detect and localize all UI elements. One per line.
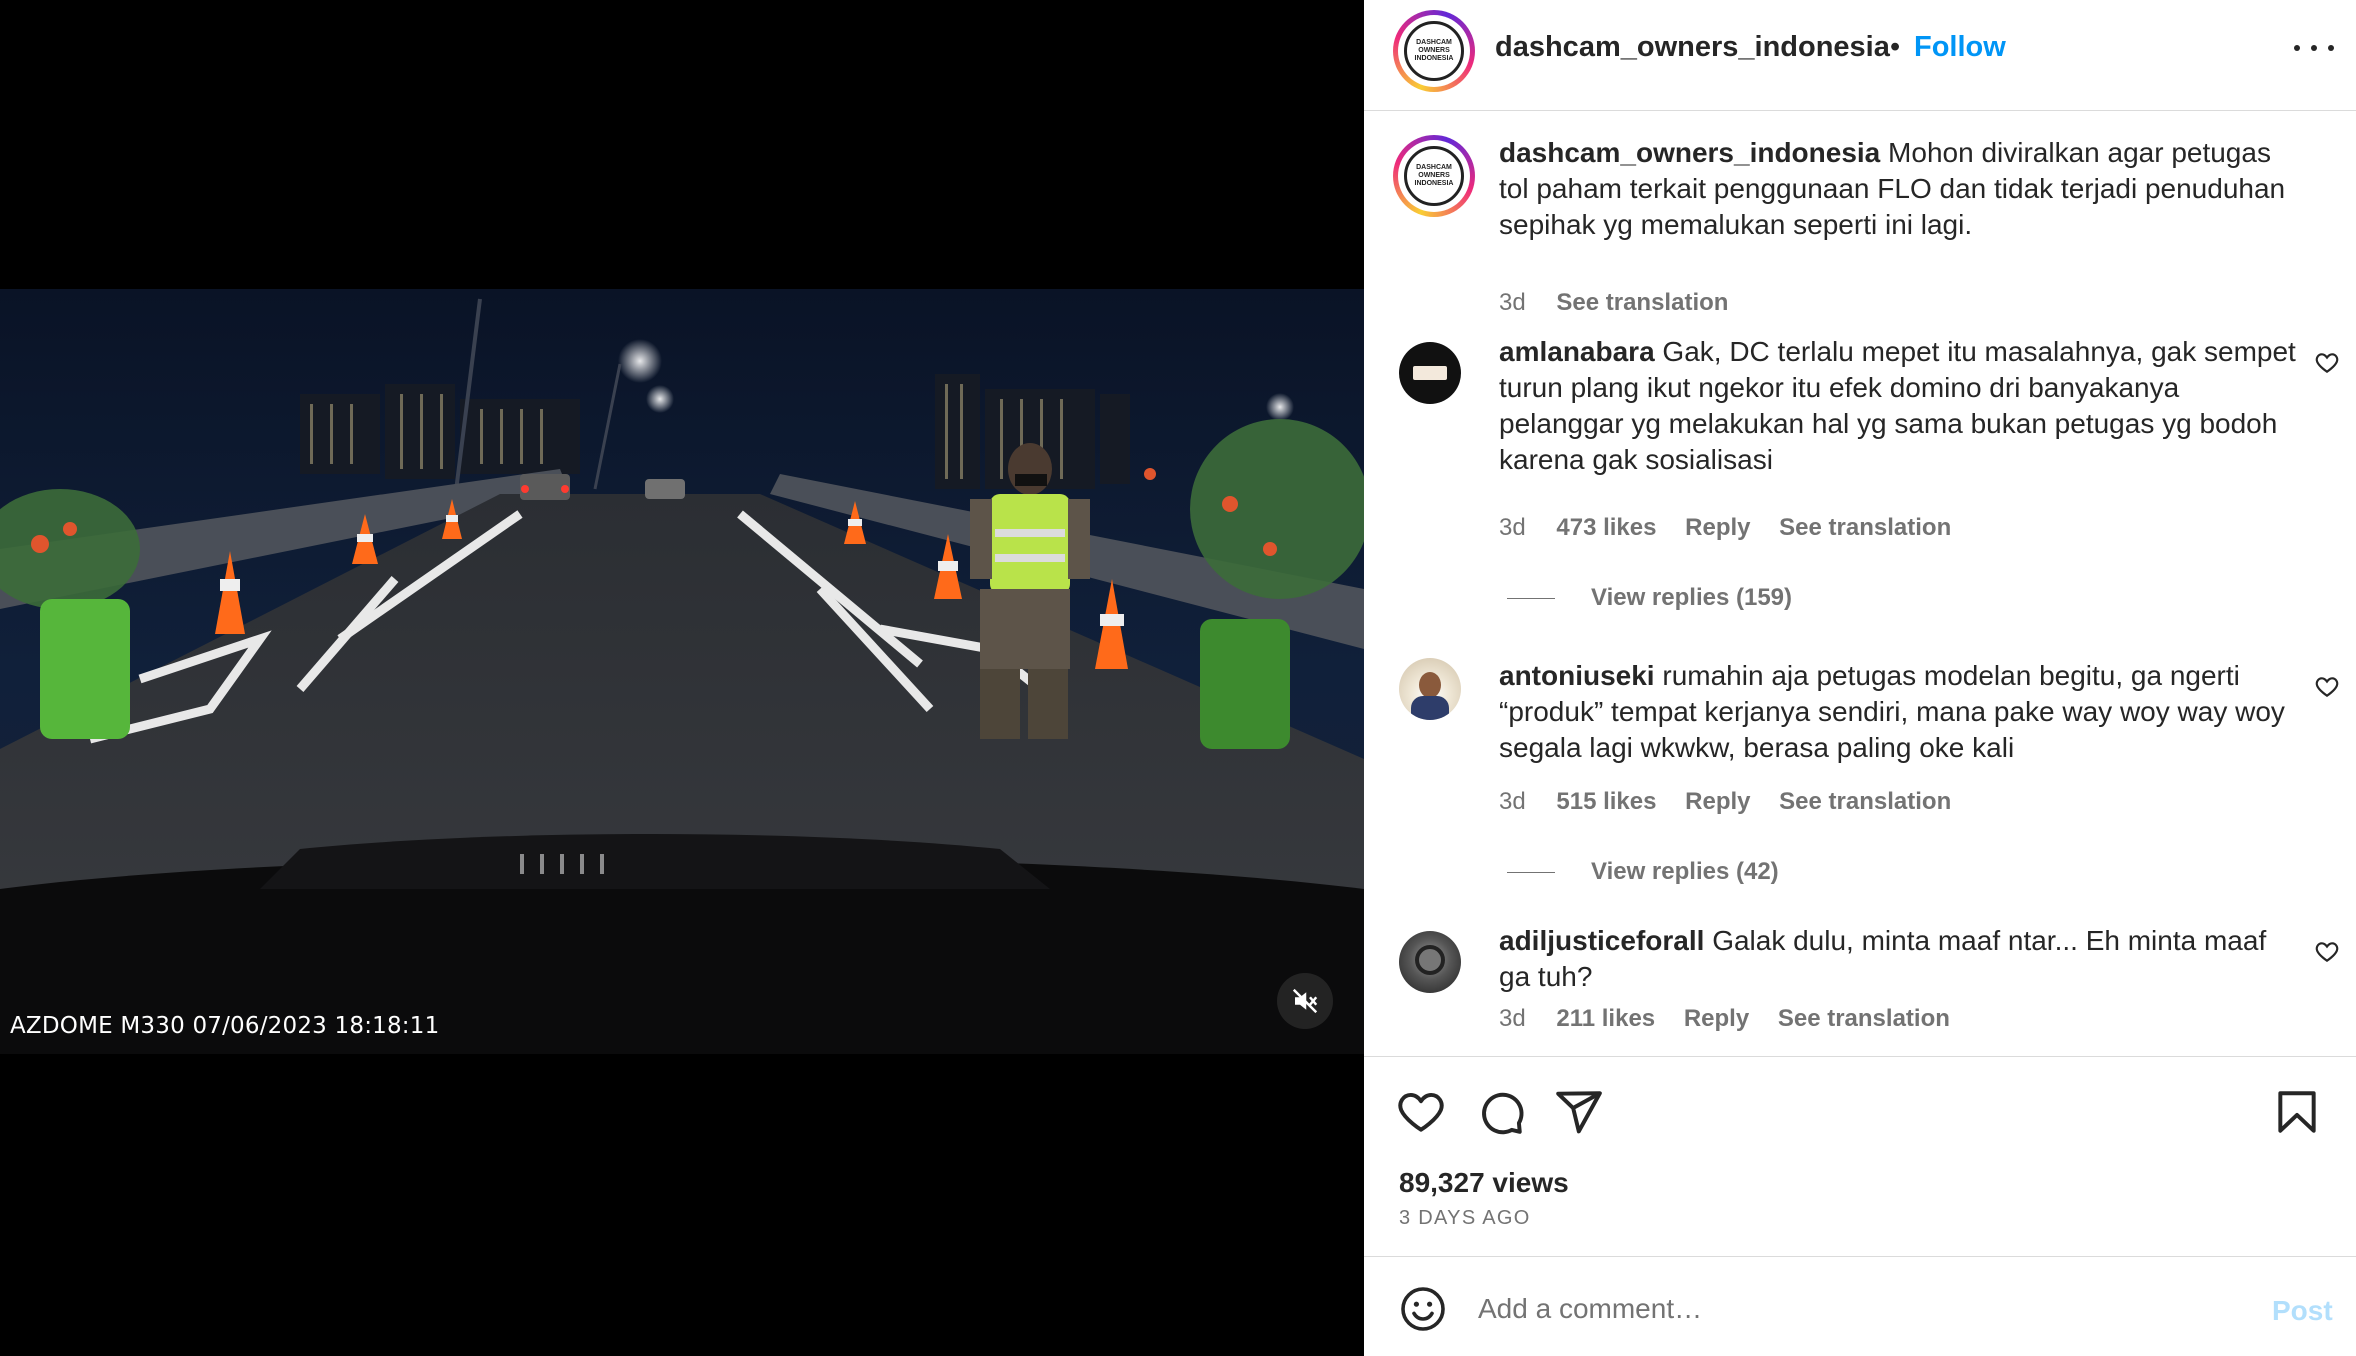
replies-divider-line xyxy=(1507,871,1555,873)
like-comment-heart-icon[interactable] xyxy=(2314,939,2340,965)
comment-likes[interactable]: 515 likes xyxy=(1556,788,1656,815)
paper-plane-icon[interactable] xyxy=(1554,1087,1604,1137)
post-comment-button[interactable]: Post xyxy=(2272,1295,2333,1327)
see-translation-button[interactable]: See translation xyxy=(1556,289,1728,316)
commenter-username[interactable]: antoniuseki xyxy=(1499,660,1655,691)
commenter-username[interactable]: amlanabara xyxy=(1499,336,1655,367)
caption-username[interactable]: dashcam_owners_indonesia xyxy=(1499,137,1880,168)
post-actions: 89,327 views 3 DAYS AGO xyxy=(1364,1056,2356,1256)
avatar-logo-text: DASHCAM OWNERS INDONESIA xyxy=(1414,39,1454,62)
media-viewer: AZDOME M330 07/06/2023 18:18:11 xyxy=(0,0,1364,1356)
caption-time: 3d xyxy=(1499,289,1526,316)
view-replies-label: View replies (42) xyxy=(1591,858,1779,885)
like-comment-heart-icon[interactable] xyxy=(2314,674,2340,700)
heart-icon[interactable] xyxy=(1396,1087,1446,1137)
commenter-avatar[interactable] xyxy=(1399,658,1461,720)
view-replies-button[interactable]: View replies (159) xyxy=(1507,584,1792,612)
comment-likes[interactable]: 473 likes xyxy=(1556,514,1656,541)
see-translation-button[interactable]: See translation xyxy=(1779,788,1951,815)
caption-avatar[interactable]: DASHCAM OWNERS INDONESIA xyxy=(1393,135,1475,217)
comment-meta: 3d 473 likes Reply See translation xyxy=(1499,514,1973,542)
see-translation-button[interactable]: See translation xyxy=(1779,514,1951,541)
add-comment-bar: Post xyxy=(1364,1256,2356,1356)
reply-button[interactable]: Reply xyxy=(1685,514,1750,541)
reply-button[interactable]: Reply xyxy=(1685,788,1750,815)
follow-button[interactable]: Follow xyxy=(1914,31,2006,64)
post-header: DASHCAM OWNERS INDONESIA dashcam_owners_… xyxy=(1364,0,2356,111)
author-username[interactable]: dashcam_owners_indonesia xyxy=(1495,31,1890,64)
view-replies-button[interactable]: View replies (42) xyxy=(1507,858,1779,886)
see-translation-button[interactable]: See translation xyxy=(1778,1005,1950,1032)
comment-meta: 3d 515 likes Reply See translation xyxy=(1499,788,1973,816)
dashcam-timestamp: AZDOME M330 07/06/2023 18:18:11 xyxy=(10,1013,440,1039)
video-scene xyxy=(0,289,1364,1054)
view-replies-label: View replies (159) xyxy=(1591,584,1792,611)
bookmark-icon[interactable] xyxy=(2272,1087,2322,1137)
views-count[interactable]: 89,327 views xyxy=(1399,1167,1569,1199)
post-timestamp: 3 DAYS AGO xyxy=(1399,1207,1531,1229)
dashcam-video[interactable] xyxy=(0,289,1364,1054)
comment-input[interactable] xyxy=(1478,1283,2238,1335)
commenter-username[interactable]: adiljusticeforall xyxy=(1499,925,1704,956)
more-options-icon[interactable] xyxy=(2294,36,2334,60)
comment-time: 3d xyxy=(1499,788,1526,815)
separator-dot: • xyxy=(1890,31,1901,63)
replies-divider-line xyxy=(1507,597,1555,599)
commenter-avatar[interactable] xyxy=(1399,342,1461,404)
comment-bubble-icon[interactable] xyxy=(1476,1087,1526,1137)
speaker-muted-icon xyxy=(1292,988,1318,1014)
like-comment-heart-icon[interactable] xyxy=(2314,350,2340,376)
comment-time: 3d xyxy=(1499,514,1526,541)
reply-button[interactable]: Reply xyxy=(1684,1005,1749,1032)
commenter-avatar[interactable] xyxy=(1399,931,1461,993)
mute-toggle-button[interactable] xyxy=(1277,973,1333,1029)
comment-time: 3d xyxy=(1499,1005,1526,1032)
comment-likes[interactable]: 211 likes xyxy=(1556,1005,1655,1032)
avatar-logo-text: DASHCAM OWNERS INDONESIA xyxy=(1414,164,1454,187)
post-side-panel: DASHCAM OWNERS INDONESIA dashcam_owners_… xyxy=(1364,0,2356,1356)
author-avatar[interactable]: DASHCAM OWNERS INDONESIA xyxy=(1393,10,1475,92)
emoji-icon[interactable] xyxy=(1399,1285,1447,1333)
comments-list: DASHCAM OWNERS INDONESIA dashcam_owners_… xyxy=(1364,112,2356,1056)
caption-meta: 3d See translation xyxy=(1499,289,1750,317)
comment-meta: 3d 211 likes Reply See translation xyxy=(1499,1005,1972,1033)
